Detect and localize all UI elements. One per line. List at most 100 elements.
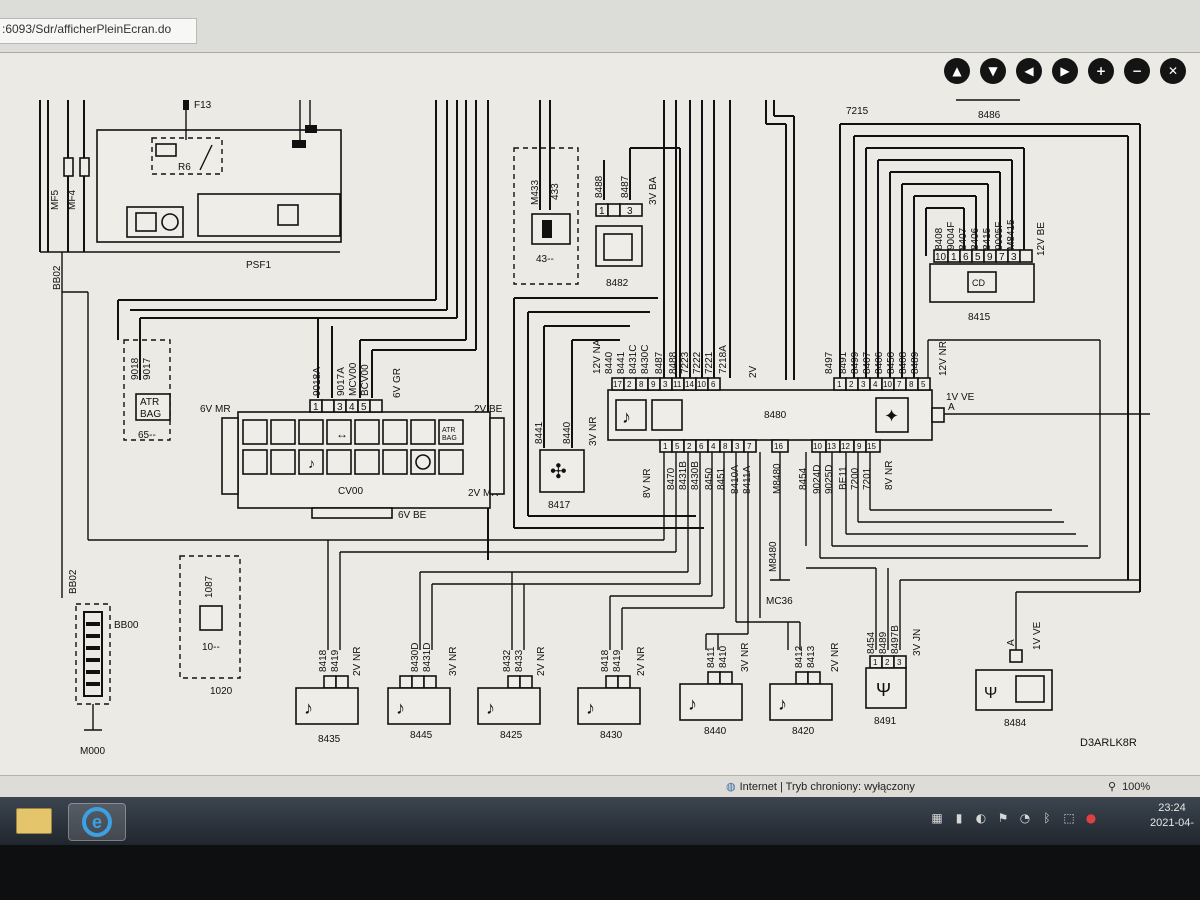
rbcr1: 9024D <box>812 465 823 494</box>
rp14: 14 <box>685 380 694 389</box>
magnifier-icon: ⚲ <box>1108 780 1117 793</box>
pin-8415-7: 7 <box>999 252 1005 263</box>
zoom-in-button[interactable]: + <box>1088 58 1114 84</box>
rp10: 10 <box>697 380 706 389</box>
volt-8415: 12V BE <box>1036 222 1047 256</box>
nav-right-button[interactable]: ▶ <box>1052 58 1078 84</box>
cv00-label: CV00 <box>338 486 363 497</box>
code-8487: 8487 <box>620 175 631 198</box>
device-icon[interactable]: ⬚ <box>1062 811 1076 825</box>
label-8484: 8484 <box>1004 718 1027 729</box>
wire-bundle-right: 7215 8486 <box>765 99 1141 592</box>
airbag-connector-65: 9018 9017 ATR BAG 65-- <box>123 339 171 441</box>
sp4-c0: 8411 <box>706 646 717 668</box>
volume-icon[interactable]: ◐ <box>974 811 988 825</box>
c8491-2: 8497B <box>890 625 901 654</box>
close-view-button[interactable]: ✕ <box>1160 58 1186 84</box>
c8491-0: 8454 <box>866 631 877 654</box>
address-text[interactable]: :6093/Sdr/afficherPleinEcran.do <box>2 22 171 36</box>
rbp4: 4 <box>711 442 716 451</box>
arrows-icon: ↔ <box>336 427 348 441</box>
label-8417: 8417 <box>548 500 571 511</box>
internet-explorer-button[interactable]: e <box>68 803 126 841</box>
sp5-label: 8420 <box>792 726 815 737</box>
label-8480: 8480 <box>764 410 787 421</box>
rbpr15: 15 <box>867 442 876 451</box>
zoom-out-button[interactable]: − <box>1124 58 1150 84</box>
label-1020: 1020 <box>210 686 233 697</box>
radio-top-codes-left: 12V NA 8440 8441 8431C 8430C 8487 8488 7… <box>592 339 729 374</box>
sp0-v: 2V NR <box>352 647 363 676</box>
r6-label: R6 <box>178 162 191 173</box>
rcr6: 8408 <box>898 351 909 374</box>
rc10: 7218A <box>718 345 729 374</box>
sp1-music-icon: ♪ <box>396 698 405 718</box>
sp5-v: 2V NR <box>830 643 841 672</box>
cd-icon: CD <box>972 278 985 288</box>
rp17: 17 <box>613 380 622 389</box>
psf1-label: PSF1 <box>246 260 271 271</box>
pin-8415-3: 3 <box>1011 252 1017 263</box>
atr-bag-icon-2: BAG <box>442 435 457 442</box>
rbpr9: 9 <box>857 442 862 451</box>
fan-icon: ✣ <box>550 461 567 483</box>
label-10: 10-- <box>202 642 220 653</box>
rcr7: 8489 <box>910 351 921 374</box>
p8491-3: 3 <box>897 658 902 667</box>
code-8440: 8440 <box>562 421 573 444</box>
m000-label: M000 <box>80 746 105 757</box>
rp6: 6 <box>711 380 716 389</box>
rp2: 2 <box>627 380 632 389</box>
fuel-pump-icon <box>542 220 552 238</box>
battery-bb00: BB02 BB00 M000 <box>68 569 139 757</box>
radio-music-icon: ♪ <box>622 407 631 427</box>
sp3-label: 8430 <box>600 730 623 741</box>
antenna-icon: Ψ <box>876 680 891 700</box>
sp3-c0: 8418 <box>600 649 611 672</box>
zoom-control[interactable]: ⚲ 100% <box>1108 780 1150 793</box>
pin-8480-a: A <box>948 402 955 413</box>
sp2-c0: 8432 <box>502 649 513 672</box>
rbp3: 3 <box>735 442 740 451</box>
clock-date: 2021-04- <box>1150 817 1195 829</box>
nav-down-button[interactable]: ▼ <box>980 58 1006 84</box>
network-icon[interactable]: ▦ <box>930 811 944 825</box>
wifi-icon[interactable]: ◔ <box>1018 811 1032 825</box>
browser-status-bar: ◍ Internet | Tryb chroniony: wyłączony ⚲… <box>0 775 1200 798</box>
browser-address-bar: :6093/Sdr/afficherPleinEcran.do <box>0 0 1200 53</box>
nav-left-button[interactable]: ◀ <box>1016 58 1042 84</box>
rpr7: 7 <box>897 380 902 389</box>
nav-up-button[interactable]: ▲ <box>944 58 970 84</box>
screen: :6093/Sdr/afficherPleinEcran.do MF5 MF4 <box>0 0 1200 845</box>
file-explorer-button[interactable] <box>6 803 62 839</box>
f13-label: F13 <box>194 100 212 111</box>
rcr4: 8406 <box>874 351 885 374</box>
label-65: 65-- <box>138 430 156 441</box>
sp3-c1: 8419 <box>612 649 623 672</box>
rbc4: 8450 <box>704 467 715 490</box>
system-clock[interactable]: 23:24 2021-04- <box>1150 801 1194 831</box>
action-center-icon[interactable]: ⚑ <box>996 811 1010 825</box>
telephone-icon <box>603 233 633 261</box>
rbp6: 6 <box>699 442 704 451</box>
label-8486: 8486 <box>978 110 1001 121</box>
sp5-c1: 8413 <box>806 645 817 668</box>
battery-icon[interactable]: ▮ <box>952 811 966 825</box>
alert-icon[interactable]: ● <box>1084 811 1098 825</box>
sp1-c1: 8431D <box>422 643 433 672</box>
pin-8415-6: 6 <box>963 252 969 263</box>
bluetooth-icon[interactable]: ᛒ <box>1040 811 1054 825</box>
diagram-reference: D3ARLK8R <box>1080 737 1137 749</box>
cv00-pin-4: 4 <box>349 402 355 413</box>
rp9: 9 <box>651 380 656 389</box>
rbcr4: 7200 <box>850 467 861 490</box>
system-tray: ▦ ▮ ◐ ⚑ ◔ ᛒ ⬚ ● <box>930 811 1098 825</box>
rbcr6: 8V NR <box>884 461 895 490</box>
rbcr5: 7201 <box>862 467 873 490</box>
rbpr12: 12 <box>841 442 850 451</box>
code-m8415: M8415 <box>1006 219 1017 250</box>
code-9017: 9017 <box>142 357 153 380</box>
bb00-label: BB00 <box>114 620 139 631</box>
sp0-c0: 8418 <box>318 649 329 672</box>
cv00-volt-bottom: 6V BE <box>398 510 427 521</box>
